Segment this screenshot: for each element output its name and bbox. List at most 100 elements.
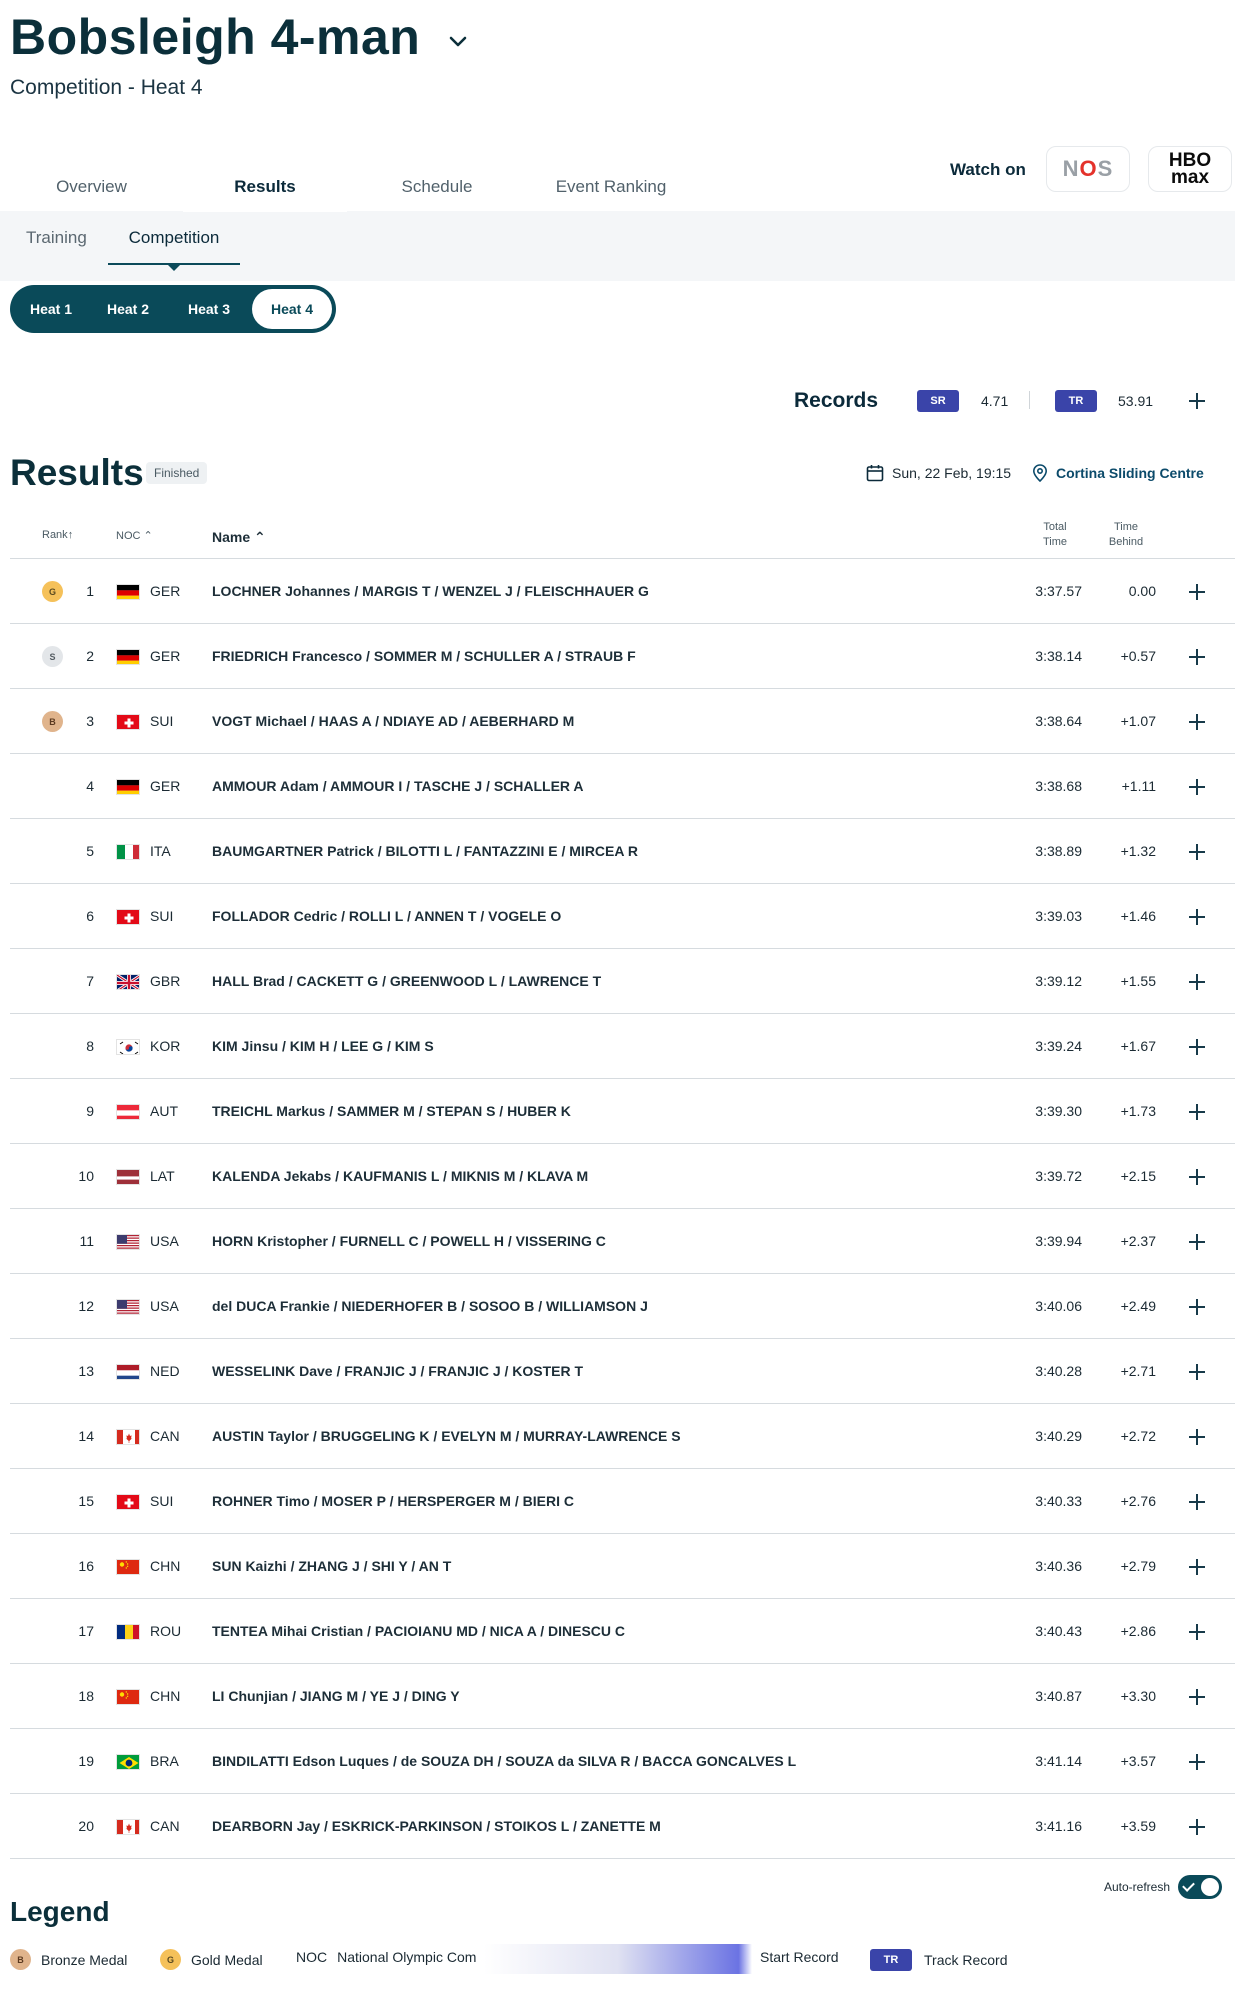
name-column-header[interactable]: Name ⌃ xyxy=(212,529,266,546)
team-name-cell[interactable]: BINDILATTI Edson Luques / de SOUZA DH / … xyxy=(212,1753,796,1769)
heat-2-button[interactable]: Heat 2 xyxy=(88,289,168,329)
tab-schedule[interactable]: Schedule xyxy=(347,162,527,212)
plus-icon[interactable] xyxy=(1188,1168,1206,1186)
plus-icon[interactable] xyxy=(1188,1558,1206,1576)
plus-icon[interactable] xyxy=(1188,973,1206,991)
results-table-header: Rank↑ NOC ⌃ Name ⌃ Total Time Time Behind xyxy=(10,514,1235,559)
noc-column-header[interactable]: NOC ⌃ xyxy=(116,529,153,542)
plus-icon[interactable] xyxy=(1188,1298,1206,1316)
silver-medal-icon: S xyxy=(42,646,63,667)
time-behind-cell: +1.46 xyxy=(1120,908,1156,924)
team-name-cell[interactable]: SUN Kaizhi / ZHANG J / SHI Y / AN T xyxy=(212,1558,451,1574)
noc-cell: CHN xyxy=(150,1688,181,1704)
team-name-cell[interactable]: HALL Brad / CACKETT G / GREENWOOD L / LA… xyxy=(212,973,601,989)
team-name-cell[interactable]: BAUMGARTNER Patrick / BILOTTI L / FANTAZ… xyxy=(212,843,638,859)
total-time-cell: 3:38.68 xyxy=(1035,778,1082,794)
table-row[interactable]: 8 KOR KIM Jinsu / KIM H / LEE G / KIM S 3:3… xyxy=(10,1014,1235,1079)
table-row[interactable]: G 1 GER LOCHNER Johannes / MARGIS T / WENZE… xyxy=(10,559,1235,624)
team-name-cell[interactable]: ROHNER Timo / MOSER P / HERSPERGER M / B… xyxy=(212,1493,574,1509)
table-row[interactable]: 17 ROU TENTEA Mihai Cristian / PACIOIANU M… xyxy=(10,1599,1235,1664)
table-row[interactable]: 7 GBR HALL Brad / CACKETT G / GREENWOOD L … xyxy=(10,949,1235,1014)
plus-icon[interactable] xyxy=(1188,583,1206,601)
team-name-cell[interactable]: KALENDA Jekabs / KAUFMANIS L / MIKNIS M … xyxy=(212,1168,588,1184)
plus-icon[interactable] xyxy=(1188,778,1206,796)
table-row[interactable]: 12 USA del DUCA Frankie / NIEDERHOFER B / … xyxy=(10,1274,1235,1339)
table-row[interactable]: 6 SUI FOLLADOR Cedric / ROLLI L / ANNEN T … xyxy=(10,884,1235,949)
watch-on-label: Watch on xyxy=(950,160,1026,179)
table-row[interactable]: 19 BRA BINDILATTI Edson Luques / de SOUZA … xyxy=(10,1729,1235,1794)
team-name-cell[interactable]: TENTEA Mihai Cristian / PACIOIANU MD / N… xyxy=(212,1623,625,1639)
tab-results[interactable]: Results xyxy=(183,162,347,212)
table-row[interactable]: B 3 SUI VOGT Michael / HAAS A / NDIAYE AD /… xyxy=(10,689,1235,754)
tab-event-ranking[interactable]: Event Ranking xyxy=(527,162,695,212)
time-behind-cell: +2.71 xyxy=(1120,1363,1156,1379)
rank-column-header[interactable]: Rank↑ xyxy=(42,529,73,541)
chevron-down-icon[interactable] xyxy=(446,29,470,53)
team-name-cell[interactable]: FOLLADOR Cedric / ROLLI L / ANNEN T / VO… xyxy=(212,908,561,924)
time-behind-column-header: Time Behind xyxy=(1108,521,1144,548)
table-row[interactable]: 18 CHN LI Chunjian / JIANG M / YE J / DING… xyxy=(10,1664,1235,1729)
team-name-cell[interactable]: WESSELINK Dave / FRANJIC J / FRANJIC J /… xyxy=(212,1363,583,1379)
table-row[interactable]: 9 AUT TREICHL Markus / SAMMER M / STEPAN S… xyxy=(10,1079,1235,1144)
plus-icon[interactable] xyxy=(1188,648,1206,666)
team-name-cell[interactable]: VOGT Michael / HAAS A / NDIAYE AD / AEBE… xyxy=(212,713,574,729)
table-row[interactable]: 20 CAN DEARBORN Jay / ESKRICK-PARKINSON / … xyxy=(10,1794,1235,1859)
results-table-body: G 1 GER LOCHNER Johannes / MARGIS T / WENZE… xyxy=(10,559,1235,1859)
plus-icon[interactable] xyxy=(1188,1753,1206,1771)
time-behind-cell: +2.37 xyxy=(1120,1233,1156,1249)
plus-icon[interactable] xyxy=(1188,1363,1206,1381)
table-row[interactable]: 15 SUI ROHNER Timo / MOSER P / HERSPERGER … xyxy=(10,1469,1235,1534)
plus-icon[interactable] xyxy=(1188,1428,1206,1446)
team-name-cell[interactable]: HORN Kristopher / FURNELL C / POWELL H /… xyxy=(212,1233,606,1249)
time-behind-cell: +1.11 xyxy=(1121,778,1156,794)
heat-1-button[interactable]: Heat 1 xyxy=(14,289,88,329)
tab-overview[interactable]: Overview xyxy=(0,162,183,212)
time-behind-cell: 0.00 xyxy=(1128,583,1156,599)
heat-4-button[interactable]: Heat 4 xyxy=(252,289,332,329)
plus-icon[interactable] xyxy=(1188,392,1206,410)
plus-icon[interactable] xyxy=(1188,1233,1206,1251)
team-name-cell[interactable]: LOCHNER Johannes / MARGIS T / WENZEL J /… xyxy=(212,583,649,599)
time-behind-cell: +2.15 xyxy=(1120,1168,1156,1184)
team-name-cell[interactable]: LI Chunjian / JIANG M / YE J / DING Y xyxy=(212,1688,460,1704)
nos-broadcaster-logo[interactable]: NOS xyxy=(1046,146,1130,192)
noc-cell: NED xyxy=(150,1363,180,1379)
plus-icon[interactable] xyxy=(1188,1818,1206,1836)
team-name-cell[interactable]: DEARBORN Jay / ESKRICK-PARKINSON / STOIK… xyxy=(212,1818,661,1834)
plus-icon[interactable] xyxy=(1188,1493,1206,1511)
subtab-competition[interactable]: Competition xyxy=(108,211,240,271)
noc-cell: LAT xyxy=(150,1168,175,1184)
table-row[interactable]: 4 GER AMMOUR Adam / AMMOUR I / TASCHE J / … xyxy=(10,754,1235,819)
team-name-cell[interactable]: TREICHL Markus / SAMMER M / STEPAN S / H… xyxy=(212,1103,571,1119)
rank-cell: 3 xyxy=(86,713,94,729)
table-row[interactable]: 14 CAN AUSTIN Taylor / BRUGGELING K / EVEL… xyxy=(10,1404,1235,1469)
team-name-cell[interactable]: del DUCA Frankie / NIEDERHOFER B / SOSOO… xyxy=(212,1298,648,1314)
plus-icon[interactable] xyxy=(1188,1688,1206,1706)
plus-icon[interactable] xyxy=(1188,843,1206,861)
event-venue[interactable]: Cortina Sliding Centre xyxy=(1032,464,1204,482)
legend-noc: NOC National Olympic Com xyxy=(296,1949,476,1965)
plus-icon[interactable] xyxy=(1188,1038,1206,1056)
table-row[interactable]: S 2 GER FRIEDRICH Francesco / SOMMER M / SC… xyxy=(10,624,1235,689)
team-name-cell[interactable]: AMMOUR Adam / AMMOUR I / TASCHE J / SCHA… xyxy=(212,778,584,794)
plus-icon[interactable] xyxy=(1188,1623,1206,1641)
heat-3-button[interactable]: Heat 3 xyxy=(168,289,250,329)
auto-refresh-toggle[interactable] xyxy=(1178,1875,1223,1899)
table-row[interactable]: 10 LAT KALENDA Jekabs / KAUFMANIS L / MIKN… xyxy=(10,1144,1235,1209)
plus-icon[interactable] xyxy=(1188,713,1206,731)
table-row[interactable]: 13 NED WESSELINK Dave / FRANJIC J / FRANJI… xyxy=(10,1339,1235,1404)
table-row[interactable]: 16 CHN SUN Kaizhi / ZHANG J / SHI Y / AN T… xyxy=(10,1534,1235,1599)
noc-cell: ITA xyxy=(150,843,171,859)
plus-icon[interactable] xyxy=(1188,908,1206,926)
hbo-max-broadcaster-logo[interactable]: HBO max xyxy=(1148,146,1232,192)
team-name-cell[interactable]: FRIEDRICH Francesco / SOMMER M / SCHULLE… xyxy=(212,648,636,664)
plus-icon[interactable] xyxy=(1188,1103,1206,1121)
table-row[interactable]: 11 USA HORN Kristopher / FURNELL C / POWEL… xyxy=(10,1209,1235,1274)
track-record-value: 53.91 xyxy=(1118,393,1154,409)
team-name-cell[interactable]: KIM Jinsu / KIM H / LEE G / KIM S xyxy=(212,1038,434,1054)
records-bar: Records SR 4.71 TR 53.91 xyxy=(0,388,1235,414)
team-name-cell[interactable]: AUSTIN Taylor / BRUGGELING K / EVELYN M … xyxy=(212,1428,681,1444)
table-row[interactable]: 5 ITA BAUMGARTNER Patrick / BILOTTI L / FA… xyxy=(10,819,1235,884)
flag-icon xyxy=(116,1299,140,1315)
subtab-training[interactable]: Training xyxy=(0,211,108,265)
